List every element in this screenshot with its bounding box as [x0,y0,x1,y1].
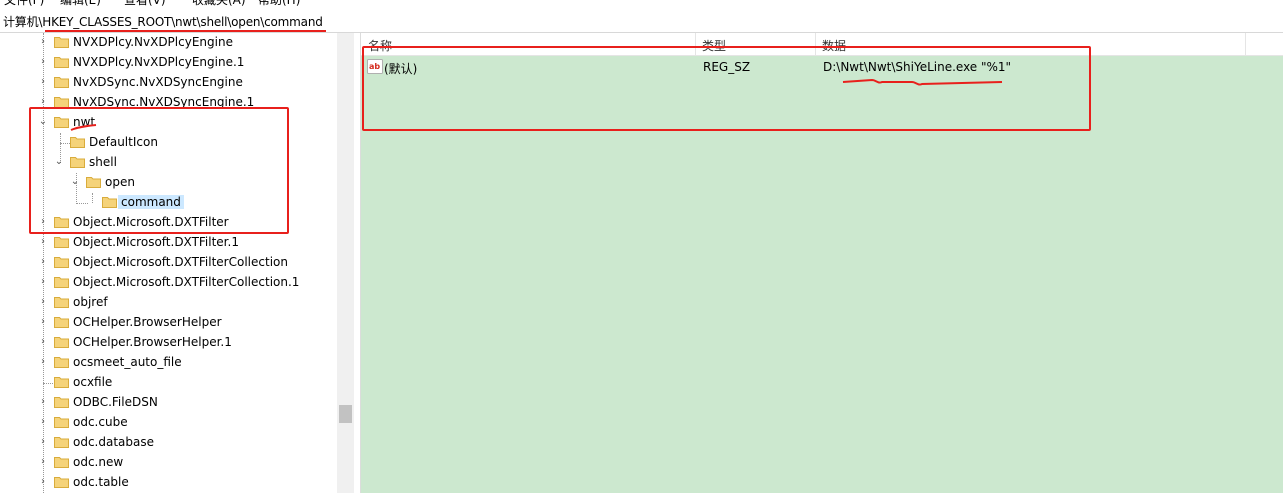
tree-node-label: Object.Microsoft.DXTFilterCollection.1 [73,275,300,289]
registry-tree[interactable]: › NVXDPlcy.NvXDPlcyEngine › NVXDPlcy.NvX… [0,33,337,493]
menu-file[interactable]: 文件(F) [4,0,44,8]
tree-node-label: NVXDPlcy.NvXDPlcyEngine [73,35,233,49]
chevron-right-icon[interactable]: › [38,316,48,328]
tree-node-label: Object.Microsoft.DXTFilter.1 [73,235,239,249]
folder-icon [54,477,69,488]
tree-node-label: objref [73,295,108,309]
tree-node-label: OCHelper.BrowserHelper [73,315,222,329]
menu-view[interactable]: 查看(V) [124,0,166,8]
tree-node[interactable]: › objref [0,293,337,313]
tree-node[interactable]: › OCHelper.BrowserHelper.1 [0,333,337,353]
tree-node[interactable]: › NVXDPlcy.NvXDPlcyEngine [0,33,337,53]
tree-node[interactable]: › ocsmeet_auto_file [0,353,337,373]
annotation-box [362,46,1091,131]
folder-icon [54,397,69,408]
scrollbar-thumb[interactable] [339,405,352,423]
tree-node[interactable]: › NVXDPlcy.NvXDPlcyEngine.1 [0,53,337,73]
folder-icon [54,57,69,68]
tree-node[interactable]: › Object.Microsoft.DXTFilter.1 [0,233,337,253]
menu-bar: 文件(F) 编辑(E) 查看(V) 收藏夹(A) 帮助(H) [0,0,1283,7]
chevron-right-icon[interactable]: › [38,456,48,468]
pane-splitter[interactable] [354,33,361,493]
folder-icon [54,337,69,348]
chevron-right-icon[interactable]: › [38,276,48,288]
chevron-right-icon[interactable]: › [38,56,48,68]
chevron-right-icon[interactable]: › [38,436,48,448]
tree-node-label: ocsmeet_auto_file [73,355,182,369]
tree-node-label: odc.database [73,435,155,449]
chevron-right-icon[interactable]: › [38,396,48,408]
chevron-right-icon[interactable]: › [38,36,48,48]
folder-icon [54,257,69,268]
chevron-right-icon[interactable]: › [38,296,48,308]
menu-help[interactable]: 帮助(H) [258,0,300,8]
chevron-right-icon[interactable]: › [38,256,48,268]
folder-icon [54,357,69,368]
tree-node[interactable]: › OCHelper.BrowserHelper [0,313,337,333]
folder-icon [54,297,69,308]
tree-node[interactable]: › ODBC.FileDSN [0,393,337,413]
folder-icon [54,377,69,388]
folder-icon [54,37,69,48]
annotation-underline [70,124,97,131]
tree-node-label: odc.table [73,475,129,489]
folder-icon [54,277,69,288]
folder-icon [54,437,69,448]
tree-node[interactable]: › odc.database [0,433,337,453]
tree-node-label: OCHelper.BrowserHelper.1 [73,335,232,349]
tree-node[interactable]: › NvXDSync.NvXDSyncEngine [0,73,337,93]
tree-node[interactable]: ocxfile [0,373,337,393]
tree-node-label: odc.cube [73,415,128,429]
folder-icon [54,417,69,428]
column-divider[interactable] [1245,33,1246,55]
chevron-right-icon[interactable]: › [38,336,48,348]
chevron-right-icon[interactable]: › [38,416,48,428]
annotation-underline [842,78,1003,86]
tree-node-label: Object.Microsoft.DXTFilterCollection [73,255,288,269]
tree-node[interactable]: › odc.new [0,453,337,473]
tree-node-label: NVXDPlcy.NvXDPlcyEngine.1 [73,55,245,69]
chevron-right-icon[interactable]: › [38,476,48,488]
chevron-right-icon[interactable]: › [38,76,48,88]
tree-scrollbar[interactable] [337,33,354,493]
folder-icon [54,317,69,328]
tree-node[interactable]: › Object.Microsoft.DXTFilterCollection [0,253,337,273]
menu-edit[interactable]: 编辑(E) [60,0,101,8]
tree-node[interactable]: › Object.Microsoft.DXTFilterCollection.1 [0,273,337,293]
chevron-right-icon[interactable]: › [38,236,48,248]
tree-node[interactable]: › odc.table [0,473,337,493]
tree-node[interactable]: › odc.cube [0,413,337,433]
menu-favorites[interactable]: 收藏夹(A) [192,0,246,8]
annotation-underline [45,30,326,32]
folder-icon [54,77,69,88]
tree-node-label: ODBC.FileDSN [73,395,158,409]
chevron-right-icon[interactable]: › [38,356,48,368]
tree-node-label: odc.new [73,455,124,469]
tree-node-label: NvXDSync.NvXDSyncEngine [73,75,243,89]
tree-node-label: ocxfile [73,375,113,389]
folder-icon [54,237,69,248]
annotation-box [29,107,289,234]
address-path[interactable]: 计算机\HKEY_CLASSES_ROOT\nwt\shell\open\com… [3,13,323,30]
folder-icon [54,457,69,468]
